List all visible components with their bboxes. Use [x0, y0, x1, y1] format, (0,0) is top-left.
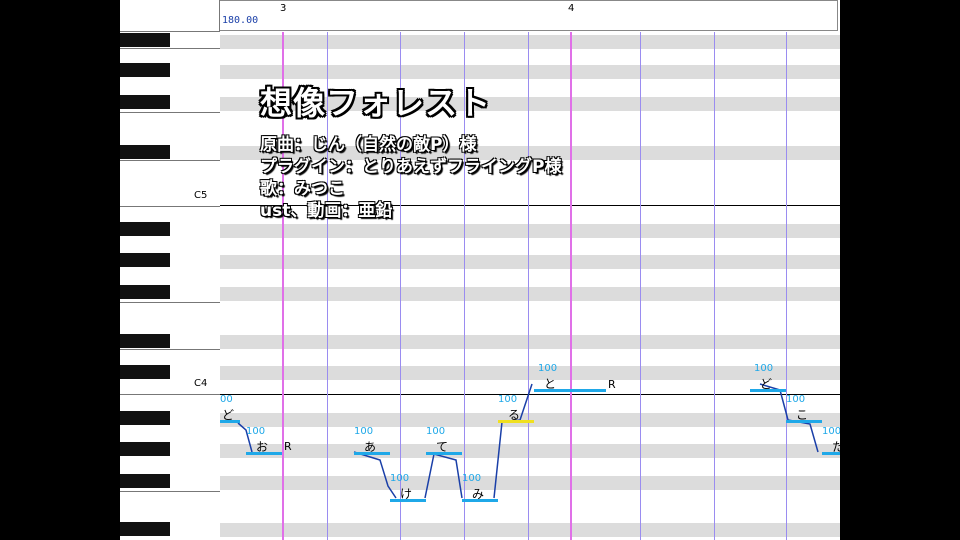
black-key[interactable]	[120, 285, 170, 299]
credit-original: 原曲：じん（自然の敵P）様	[260, 135, 477, 155]
note-bar	[462, 499, 498, 502]
ruler-corner	[120, 0, 220, 32]
note[interactable]: 100 あ	[354, 426, 390, 455]
measure-number-3: 3	[280, 3, 287, 14]
black-key[interactable]	[120, 442, 170, 456]
note-bar	[534, 389, 606, 392]
note[interactable]: 100 け	[390, 473, 426, 502]
rest-marker[interactable]: R	[284, 440, 292, 453]
note[interactable]: 100 ど	[750, 363, 786, 392]
black-key[interactable]	[120, 63, 170, 77]
note[interactable]: 100 て	[426, 426, 462, 455]
note-bar	[786, 420, 822, 423]
octave-label-c5: C5	[194, 190, 208, 201]
note-bar	[220, 420, 240, 423]
piano-keyboard[interactable]: C5 C4	[120, 32, 220, 540]
rest-marker[interactable]: R	[608, 378, 616, 391]
black-key[interactable]	[120, 334, 170, 348]
key-divider	[120, 112, 220, 113]
key-divider	[120, 302, 220, 303]
note-bar	[498, 420, 534, 423]
black-key[interactable]	[120, 522, 170, 536]
video-caption-overlay: 想像フォレスト 原曲：じん（自然の敵P）様 プラグイン：とりあえずフライングP様…	[260, 78, 561, 222]
note-bar	[750, 389, 786, 392]
black-key[interactable]	[120, 222, 170, 236]
song-title: 想像フォレスト	[260, 84, 492, 122]
note-bar	[426, 452, 462, 455]
black-key[interactable]	[120, 95, 170, 109]
note-velocity: 100	[822, 426, 840, 437]
black-key[interactable]	[120, 33, 170, 47]
key-divider	[120, 206, 220, 207]
note-velocity: 100	[538, 363, 558, 374]
measure-number-4: 4	[568, 3, 575, 14]
credit-ust-video: ust、動画：亜鉛	[260, 201, 393, 221]
note[interactable]: 100 み	[462, 473, 498, 502]
note[interactable]: 00 ど	[220, 394, 240, 423]
note[interactable]: 100 た	[822, 426, 840, 455]
measure-ruler[interactable]: 180.00 3 4	[220, 0, 838, 31]
credits-block: 原曲：じん（自然の敵P）様 プラグイン：とりあえずフライングP様 歌：みつこ u…	[260, 134, 561, 222]
note-velocity: 100	[754, 363, 774, 374]
note-selected[interactable]: 100 る	[498, 394, 534, 423]
note-velocity: 100	[786, 394, 806, 405]
note-velocity: 100	[462, 473, 482, 484]
tempo-label[interactable]: 180.00	[222, 15, 258, 26]
key-divider	[120, 349, 220, 350]
key-divider	[120, 491, 220, 492]
note-velocity: 100	[354, 426, 374, 437]
black-key[interactable]	[120, 365, 170, 379]
key-divider	[120, 394, 220, 395]
black-key[interactable]	[120, 474, 170, 488]
note-velocity: 100	[246, 426, 266, 437]
key-divider	[120, 160, 220, 161]
note[interactable]: 100 と	[534, 363, 606, 392]
note[interactable]: 100 こ	[786, 394, 822, 423]
note-velocity: 100	[390, 473, 410, 484]
credit-plugin: プラグイン：とりあえずフライングP様	[260, 157, 562, 177]
black-key[interactable]	[120, 411, 170, 425]
note-velocity: 100	[426, 426, 446, 437]
note-bar	[390, 499, 426, 502]
note-bar	[822, 452, 840, 455]
octave-label-c4: C4	[194, 378, 208, 389]
key-divider	[120, 48, 220, 49]
note-bar	[246, 452, 282, 455]
note-bar	[354, 452, 390, 455]
black-key[interactable]	[120, 253, 170, 267]
note-velocity: 00	[220, 394, 233, 405]
note-velocity: 100	[498, 394, 518, 405]
note[interactable]: 100 お	[246, 426, 282, 455]
black-key[interactable]	[120, 145, 170, 159]
credit-vocal: 歌：みつこ	[260, 179, 345, 199]
